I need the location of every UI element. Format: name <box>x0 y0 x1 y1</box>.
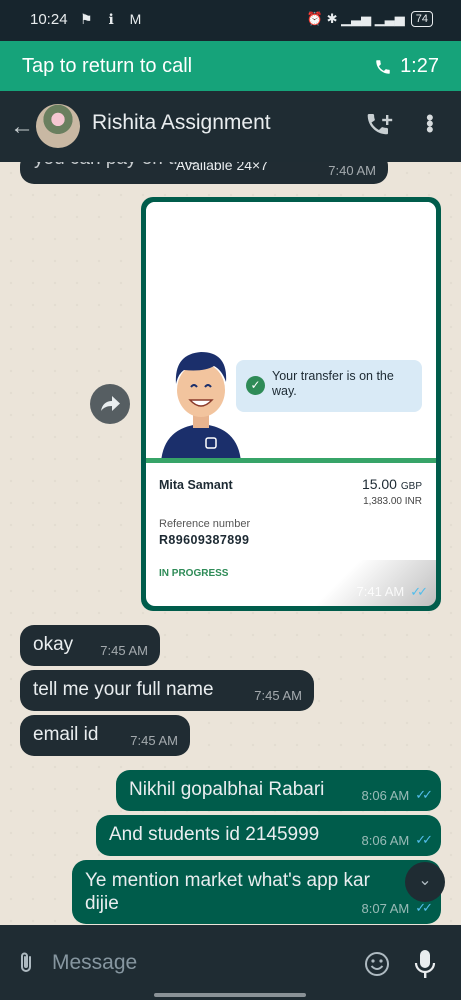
chat-title[interactable]: Rishita Assignment <box>92 111 271 135</box>
add-call-icon[interactable] <box>366 113 394 139</box>
message-meta: 7:45 AM <box>130 733 178 748</box>
message-time: 8:07 AM <box>361 900 410 916</box>
message-overlay-text: Available 24×7 <box>176 162 268 173</box>
message-text: tell me your full name <box>33 679 214 700</box>
transfer-card[interactable]: ✓ Your transfer is on the way. Mita Sama… <box>146 202 436 606</box>
message-time: 7:41 AM <box>356 584 405 599</box>
message-incoming[interactable]: okay 7:45 AM <box>20 625 160 666</box>
home-indicator <box>154 993 306 997</box>
message-meta: 7:40 AM <box>328 163 376 178</box>
reference-label: Reference number <box>159 518 251 530</box>
message-meta: 7:45 AM <box>254 688 302 703</box>
avatar[interactable] <box>36 104 80 148</box>
message-incoming[interactable]: email id 7:45 AM <box>20 715 190 756</box>
message-time: 7:45 AM <box>100 643 148 658</box>
chevron-down-icon: ⌄ <box>418 872 432 889</box>
message-time: 7:45 AM <box>254 688 302 703</box>
chat-area[interactable]: you can pay on this Available 24×7 7:40 … <box>0 162 461 925</box>
status-bar: 10:24 ⚑ ℹ M ⏰ ✱ ▁▃▅ ▁▃▅ 74 <box>0 0 461 41</box>
scroll-to-bottom-button[interactable]: ⌄ <box>405 862 445 902</box>
amount-currency: GBP <box>400 481 422 492</box>
message-outgoing[interactable]: Nikhil gopalbhai Rabari 8:06 AM ✓✓ <box>116 770 441 811</box>
message-outgoing[interactable]: Ye mention market what's app kar dijie 8… <box>72 860 441 924</box>
read-ticks-icon: ✓✓ <box>415 900 433 915</box>
message-time: 8:06 AM <box>361 832 410 848</box>
message-text: Nikhil gopalbhai Rabari <box>129 779 325 800</box>
message-meta: 8:06 AM ✓✓ <box>361 787 433 803</box>
return-to-call-banner[interactable]: Tap to return to call 1:27 <box>0 41 461 91</box>
transfer-amount: 15.00 GBP <box>362 476 422 492</box>
message-meta: 7:41 AM ✓✓ <box>356 584 428 600</box>
battery-icon: 74 <box>410 11 433 27</box>
message-text: And students id 2145999 <box>109 824 320 845</box>
transfer-card-message[interactable]: ✓ Your transfer is on the way. Mita Sama… <box>141 197 441 611</box>
microphone-icon[interactable] <box>414 949 436 979</box>
person-illustration <box>161 352 241 462</box>
call-timer: 1:27 <box>374 55 439 78</box>
chat-header: ← Rishita Assignment • • • <box>0 91 461 162</box>
read-ticks-icon: ✓✓ <box>415 832 433 847</box>
message-time: 8:06 AM <box>361 787 410 803</box>
amount-value: 15.00 <box>361 476 397 492</box>
read-ticks-icon: ✓✓ <box>415 787 433 802</box>
message-text: Ye mention market what's app kar dijie <box>85 870 370 914</box>
divider <box>146 458 436 463</box>
more-options-icon[interactable]: • • • <box>426 107 434 141</box>
check-circle-icon: ✓ <box>246 376 265 395</box>
status-time: 10:24 <box>30 11 68 28</box>
message-text: you can pay on this <box>34 162 198 170</box>
message-meta: 7:45 AM <box>100 643 148 658</box>
phone-icon <box>376 59 390 74</box>
signal-icons: ⏰ ✱ ▁▃▅ ▁▃▅ <box>306 11 405 26</box>
message-time: 7:40 AM <box>328 163 376 178</box>
message-outgoing[interactable]: And students id 2145999 8:06 AM ✓✓ <box>96 815 441 856</box>
message-text: okay <box>33 634 74 655</box>
status-badge: IN PROGRESS <box>159 568 229 579</box>
attach-icon[interactable] <box>16 951 36 975</box>
message-composer <box>0 925 461 1000</box>
transfer-illustration: ✓ Your transfer is on the way. <box>146 202 436 462</box>
call-duration: 1:27 <box>400 55 439 77</box>
read-ticks-icon: ✓✓ <box>410 584 428 599</box>
forward-icon <box>101 396 120 411</box>
return-to-call-label: Tap to return to call <box>22 55 193 77</box>
notification-icons: ⚑ ℹ M <box>80 11 148 27</box>
payee-name: Mita Samant <box>159 478 233 492</box>
system-icons: ⏰ ✱ ▁▃▅ ▁▃▅ 74 <box>307 11 433 27</box>
message-incoming[interactable]: tell me your full name 7:45 AM <box>20 670 314 711</box>
message-partial[interactable]: you can pay on this Available 24×7 7:40 … <box>20 162 388 184</box>
message-time: 7:45 AM <box>130 733 178 748</box>
message-meta: 8:07 AM ✓✓ <box>361 900 433 916</box>
amount-inr: 1,383.00 INR <box>363 496 422 507</box>
message-input[interactable] <box>52 948 342 978</box>
forward-button[interactable] <box>90 384 130 424</box>
reference-number: R89609387899 <box>159 533 250 547</box>
emoji-icon[interactable] <box>364 951 390 977</box>
transfer-status-message: Your transfer is on the way. <box>272 369 394 398</box>
message-text: email id <box>33 724 99 745</box>
transfer-speech-bubble: ✓ Your transfer is on the way. <box>236 360 422 412</box>
back-arrow-icon[interactable]: ← <box>10 113 34 141</box>
message-meta: 8:06 AM ✓✓ <box>361 832 433 848</box>
